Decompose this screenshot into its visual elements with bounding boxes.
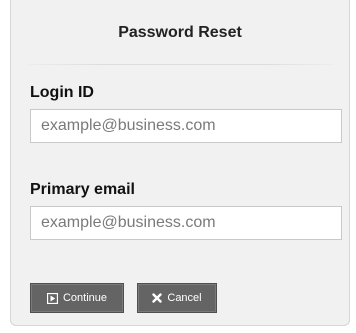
login-id-input[interactable] [30, 109, 342, 143]
cancel-button[interactable]: Cancel [137, 283, 217, 313]
dialog-title: Password Reset [118, 24, 242, 41]
login-id-label: Login ID [30, 84, 94, 101]
primary-email-input[interactable] [30, 206, 342, 240]
password-reset-panel: Password Reset Login ID Primary email Co… [10, 0, 350, 326]
primary-email-label: Primary email [30, 181, 135, 198]
x-icon [152, 293, 163, 303]
continue-button[interactable]: Continue [30, 283, 124, 313]
cancel-label: Cancel [167, 292, 202, 304]
play-box-icon [46, 292, 58, 304]
title-divider [29, 64, 334, 65]
continue-label: Continue [62, 292, 108, 304]
